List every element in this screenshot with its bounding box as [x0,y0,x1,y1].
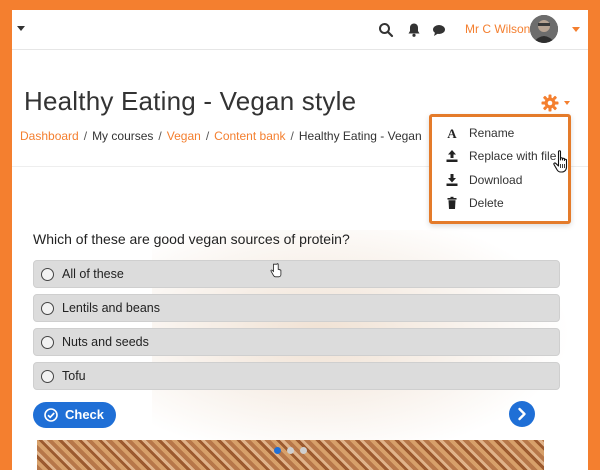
menu-item-label: Rename [469,126,515,140]
chevron-right-icon [518,407,526,421]
download-icon [446,174,458,186]
next-button[interactable] [509,401,535,427]
menu-item-replace-with-file[interactable]: Replace with file [432,145,568,167]
avatar[interactable] [530,15,558,43]
settings-dropdown-menu: A Rename Replace with file Download Dele… [429,114,571,224]
check-button-label: Check [65,407,105,422]
carousel-dot[interactable] [287,447,294,454]
answer-option[interactable]: Nuts and seeds [33,328,560,356]
menu-item-label: Replace with file [469,149,557,163]
trash-icon [447,196,457,209]
messages-icon[interactable] [431,22,447,38]
breadcrumb-current: Healthy Eating - Vegan [298,129,422,143]
breadcrumb-dashboard[interactable]: Dashboard [20,129,79,143]
user-photo-icon [530,15,558,43]
answer-option[interactable]: Lentils and beans [33,294,560,322]
check-circle-icon [44,408,58,422]
menu-item-delete[interactable]: Delete [432,192,568,214]
carousel-dot[interactable] [300,447,307,454]
answer-label: Lentils and beans [62,301,160,315]
answer-label: All of these [62,267,124,281]
answer-option[interactable]: All of these [33,260,560,288]
menu-item-label: Delete [469,196,504,210]
gear-icon[interactable] [541,94,559,112]
nav-menu-caret-icon[interactable] [17,26,25,31]
breadcrumb: Dashboard / My courses / Vegan / Content bank /… [20,129,430,143]
answer-label: Tofu [62,369,86,383]
menu-item-label: Download [469,173,523,187]
radio-icon[interactable] [41,268,54,281]
svg-text:A: A [447,126,457,140]
rename-icon: A [447,126,457,140]
breadcrumb-my-courses: My courses [92,129,154,143]
bell-icon[interactable] [406,22,422,38]
food-image [37,440,544,470]
upload-icon [446,150,458,162]
gear-caret-icon[interactable] [564,101,570,105]
answer-label: Nuts and seeds [62,335,149,349]
breadcrumb-separator: / [290,129,294,143]
radio-icon[interactable] [41,302,54,315]
moodle-window: Mr C Wilson Healthy Eating - Vegan style [12,10,588,470]
breadcrumb-vegan[interactable]: Vegan [167,129,201,143]
user-menu-caret-icon[interactable] [572,27,580,32]
breadcrumb-separator: / [158,129,162,143]
menu-item-rename[interactable]: A Rename [432,122,568,144]
radio-icon[interactable] [41,370,54,383]
answer-option[interactable]: Tofu [33,362,560,390]
breadcrumb-separator: / [83,129,88,143]
check-button[interactable]: Check [33,402,116,428]
user-name[interactable]: Mr C Wilson [465,22,530,36]
hand-cursor-icon [270,263,282,278]
breadcrumb-content-bank[interactable]: Content bank [214,129,285,143]
radio-icon[interactable] [41,336,54,349]
top-navbar: Mr C Wilson [12,10,588,50]
hand-cursor-icon [553,150,568,173]
carousel-dot-active[interactable] [274,447,281,454]
menu-item-download[interactable]: Download [432,169,568,191]
breadcrumb-separator: / [205,129,210,143]
search-icon[interactable] [378,22,394,38]
page-title: Healthy Eating - Vegan style [24,86,357,116]
question-text: Which of these are good vegan sources of… [33,231,350,247]
